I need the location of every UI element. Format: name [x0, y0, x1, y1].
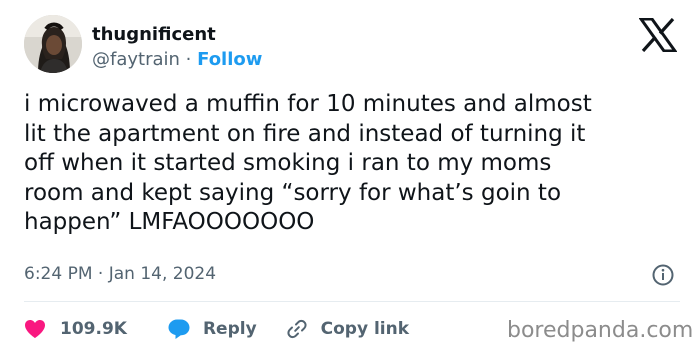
like-count: 109.9K — [60, 319, 127, 339]
link-icon — [287, 319, 307, 339]
copy-link-label: Copy link — [320, 319, 410, 339]
reply-button[interactable]: Reply — [167, 318, 257, 340]
author-handle-row: @faytrain · Follow — [92, 49, 262, 71]
reply-bubble-icon — [168, 319, 190, 339]
copy-link-button[interactable]: Copy link — [285, 317, 409, 341]
divider — [24, 301, 680, 302]
avatar[interactable] — [24, 15, 82, 73]
like-button[interactable]: 109.9K — [24, 319, 127, 339]
author-display-name[interactable]: thugnificent — [92, 24, 216, 46]
avatar-photo — [24, 15, 82, 73]
tweet-actions: 109.9K Reply Copy link — [24, 316, 409, 342]
tweet-card: thugnificent @faytrain · Follow i microw… — [0, 0, 700, 355]
tweet-text: i microwaved a muffin for 10 minutes and… — [24, 91, 592, 235]
x-logo-icon[interactable] — [638, 17, 678, 53]
handle-separator: · — [185, 49, 192, 70]
info-icon[interactable] — [651, 263, 675, 287]
tweet-timestamp[interactable]: 6:24 PM · Jan 14, 2024 — [24, 263, 216, 285]
author-handle[interactable]: @faytrain — [92, 49, 180, 70]
follow-button[interactable]: Follow — [197, 49, 262, 70]
source-watermark: boredpanda.com — [507, 318, 694, 343]
reply-label: Reply — [202, 319, 257, 339]
heart-icon — [25, 320, 45, 338]
